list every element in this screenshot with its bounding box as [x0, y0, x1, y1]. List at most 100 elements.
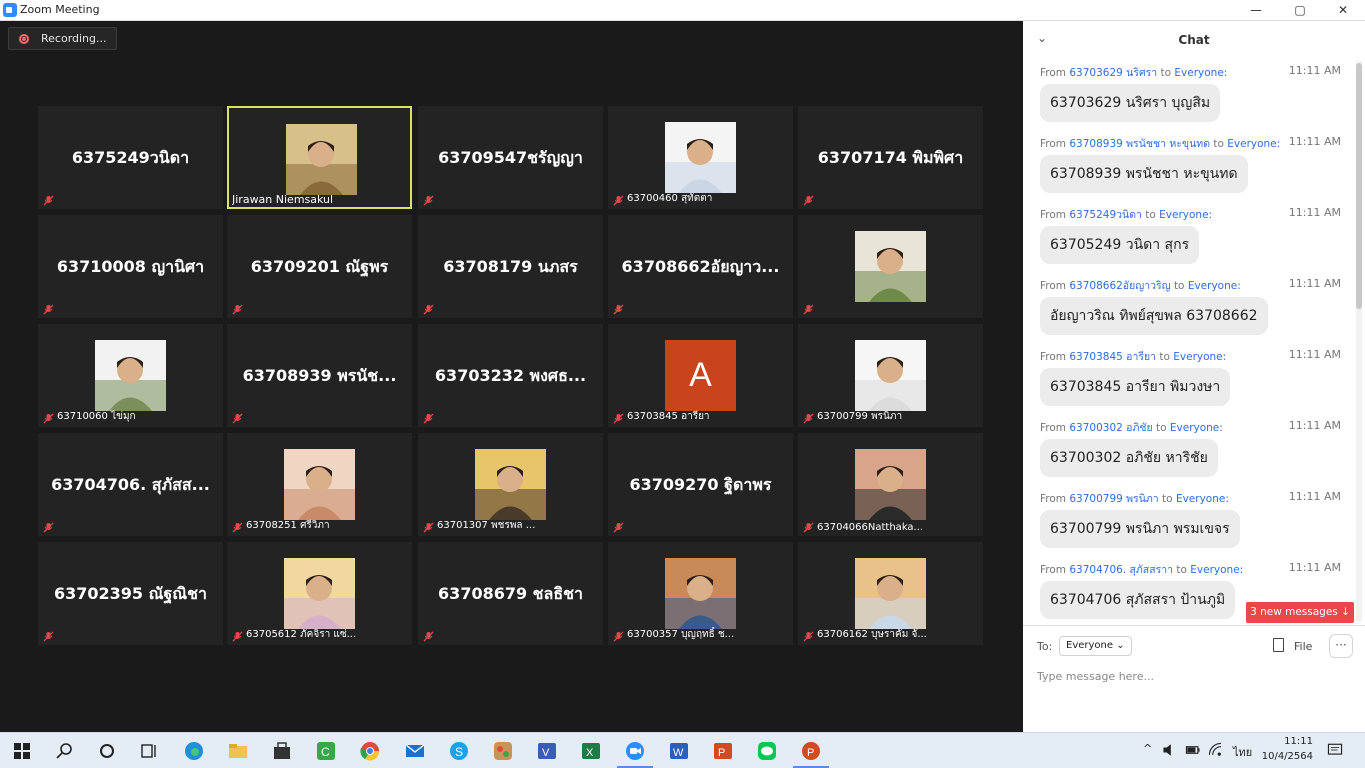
- message-sender[interactable]: 63704706. สุภัสสราา: [1069, 564, 1173, 576]
- message-sender[interactable]: 63708939 พรนัชชา หะขุนทด: [1069, 138, 1210, 150]
- svg-text:W: W: [673, 747, 684, 759]
- muted-mic-icon: [43, 522, 54, 533]
- file-icon[interactable]: [1273, 638, 1284, 652]
- recipient-select[interactable]: Everyone ⌄: [1059, 636, 1132, 656]
- participant-tile[interactable]: 63708939 พรนัช...: [227, 324, 412, 427]
- participant-tile[interactable]: 63704706. สุภัสส...: [38, 433, 223, 536]
- battery-icon[interactable]: [1184, 741, 1202, 759]
- participant-tile[interactable]: 63701307 พชรพล ...: [418, 433, 603, 536]
- participant-tile[interactable]: 63700460 สุทัตตา: [608, 106, 793, 209]
- clock-time[interactable]: 11:11: [1284, 736, 1313, 747]
- chat-message[interactable]: From 63708939 พรนัชชา หะขุนทด to Everyon…: [1023, 132, 1353, 203]
- message-sender[interactable]: 63700799 พรนิภา: [1069, 493, 1158, 505]
- search-icon[interactable]: [54, 740, 76, 762]
- message-sender[interactable]: 63703629 นริศรา: [1069, 67, 1157, 79]
- chevron-up-icon[interactable]: ^: [1143, 742, 1152, 755]
- new-messages-button[interactable]: 3 new messages ↓: [1246, 602, 1354, 623]
- participant-tile[interactable]: 63706162 บุษราคัม จั...: [798, 542, 983, 645]
- chrome-icon[interactable]: [359, 740, 381, 762]
- file-button[interactable]: File: [1294, 640, 1312, 653]
- participant-tile[interactable]: 63710060 ไข่มุก: [38, 324, 223, 427]
- maximize-button[interactable]: ▢: [1278, 0, 1322, 21]
- participant-tile[interactable]: 63700799 พรนิภา: [798, 324, 983, 427]
- store-icon[interactable]: [271, 740, 293, 762]
- game-app-icon[interactable]: [492, 740, 514, 762]
- zoom-app-icon: [3, 3, 17, 17]
- participant-tile[interactable]: A 63703845 อารียา: [608, 324, 793, 427]
- participant-tile[interactable]: 63710008 ญานิศา: [38, 215, 223, 318]
- muted-mic-icon: [423, 195, 434, 206]
- message-sender[interactable]: 63700302 อภิชัย: [1069, 422, 1152, 434]
- chat-message[interactable]: From 63703629 นริศรา to Everyone: 11:11 A…: [1023, 61, 1353, 132]
- file-explorer-icon[interactable]: [227, 740, 249, 762]
- wifi-icon[interactable]: [1207, 741, 1225, 759]
- from-prefix: From: [1040, 351, 1067, 363]
- line-app-icon[interactable]: [756, 740, 778, 762]
- chat-message[interactable]: From 6375249วนิดา to Everyone: 11:11 AM 63…: [1023, 203, 1353, 274]
- video-frame-graphic: [855, 558, 926, 629]
- participant-tile[interactable]: Jirawan Niemsakul: [227, 106, 412, 209]
- participant-tile[interactable]: 63700357 บุญฤทธิ์ ช...: [608, 542, 793, 645]
- camtasia-icon[interactable]: C: [315, 740, 337, 762]
- chat-message-list[interactable]: From 63703629 นริศรา to Everyone: 11:11 A…: [1023, 61, 1353, 621]
- powerpoint-show-icon[interactable]: P: [800, 740, 822, 762]
- participant-tile[interactable]: 63703232 พงศธ...: [418, 324, 603, 427]
- video-frame-graphic: [286, 124, 357, 195]
- participant-label: 63704066Natthaka...: [817, 522, 924, 533]
- muted-mic-icon: [423, 304, 434, 315]
- message-time: 11:11 AM: [1288, 348, 1341, 361]
- to-word: to: [1213, 138, 1224, 150]
- minimize-button[interactable]: —: [1234, 0, 1278, 21]
- input-language[interactable]: ไทย: [1233, 743, 1252, 761]
- message-sender[interactable]: 63703845 อารียา: [1069, 351, 1156, 363]
- chat-message-input[interactable]: [1037, 666, 1347, 686]
- windows-start-icon[interactable]: [11, 740, 33, 762]
- task-view-icon[interactable]: [138, 740, 160, 762]
- participant-tile[interactable]: 63704066Natthaka...: [798, 433, 983, 536]
- participant-tile[interactable]: 6375249วนิดา: [38, 106, 223, 209]
- participant-tile[interactable]: [798, 215, 983, 318]
- skype-icon[interactable]: S: [448, 740, 470, 762]
- mail-icon[interactable]: [404, 740, 426, 762]
- participant-video: [475, 449, 546, 520]
- to-word: to: [1162, 493, 1173, 505]
- participant-label: 63710060 ไข่มุก: [57, 411, 136, 422]
- from-prefix: From: [1040, 209, 1067, 221]
- participant-tile[interactable]: 63707174 พิมพิศา: [798, 106, 983, 209]
- message-recipient: Everyone:: [1175, 493, 1229, 505]
- word-icon[interactable]: W: [668, 740, 690, 762]
- participant-tile[interactable]: 63708251 ศรีวิภา: [227, 433, 412, 536]
- visio-icon[interactable]: V: [536, 740, 558, 762]
- message-time: 11:11 AM: [1288, 490, 1341, 503]
- recording-indicator[interactable]: Recording...: [8, 27, 117, 50]
- volume-icon[interactable]: [1161, 741, 1179, 759]
- participant-tile[interactable]: 63708179 นภสร: [418, 215, 603, 318]
- participant-tile[interactable]: 63709270 ฐิดาพร: [608, 433, 793, 536]
- close-button[interactable]: ✕: [1321, 0, 1365, 21]
- chat-message[interactable]: From 63703845 อารียา to Everyone: 11:11 A…: [1023, 345, 1353, 416]
- chat-message[interactable]: From 63700799 พรนิภา to Everyone: 11:11 A…: [1023, 487, 1353, 558]
- participant-tile[interactable]: 63709201 ณัฐพร: [227, 215, 412, 318]
- message-sender-line: From 6375249วนิดา to Everyone:: [1040, 206, 1212, 223]
- chat-message[interactable]: From 63700302 อภิชัย to Everyone: 11:11 A…: [1023, 416, 1353, 487]
- message-sender[interactable]: 63708662อัยญาวริญ: [1069, 280, 1170, 292]
- participant-tile[interactable]: 63708679 ชลธิชา: [418, 542, 603, 645]
- edge-browser-icon[interactable]: [183, 740, 205, 762]
- more-options-button[interactable]: ···: [1329, 634, 1353, 658]
- cortana-icon[interactable]: [96, 740, 118, 762]
- excel-icon[interactable]: X: [580, 740, 602, 762]
- participant-tile[interactable]: 63702395 ณัฐณิชา: [38, 542, 223, 645]
- notifications-icon[interactable]: [1326, 741, 1344, 759]
- participant-tile[interactable]: 63709547ชรัญญา: [418, 106, 603, 209]
- zoom-taskbar-icon[interactable]: [624, 740, 646, 762]
- message-sender[interactable]: 6375249วนิดา: [1069, 209, 1142, 221]
- chat-scrollbar-thumb[interactable]: [1356, 63, 1362, 309]
- message-bubble: 63704706 สุภัสสรา ป้านภูมิ: [1040, 581, 1236, 619]
- clock-date[interactable]: 10/4/2564: [1262, 751, 1313, 762]
- powerpoint-icon[interactable]: P: [712, 740, 734, 762]
- message-recipient: Everyone:: [1174, 67, 1228, 79]
- chat-message[interactable]: From 63708662อัยญาวริญ to Everyone: 11:11…: [1023, 274, 1353, 345]
- message-sender-line: From 63700302 อภิชัย to Everyone:: [1040, 419, 1223, 436]
- participant-tile[interactable]: 63708662อัยญาว...: [608, 215, 793, 318]
- participant-tile[interactable]: 63705612 ภัคจิรา แซ่...: [227, 542, 412, 645]
